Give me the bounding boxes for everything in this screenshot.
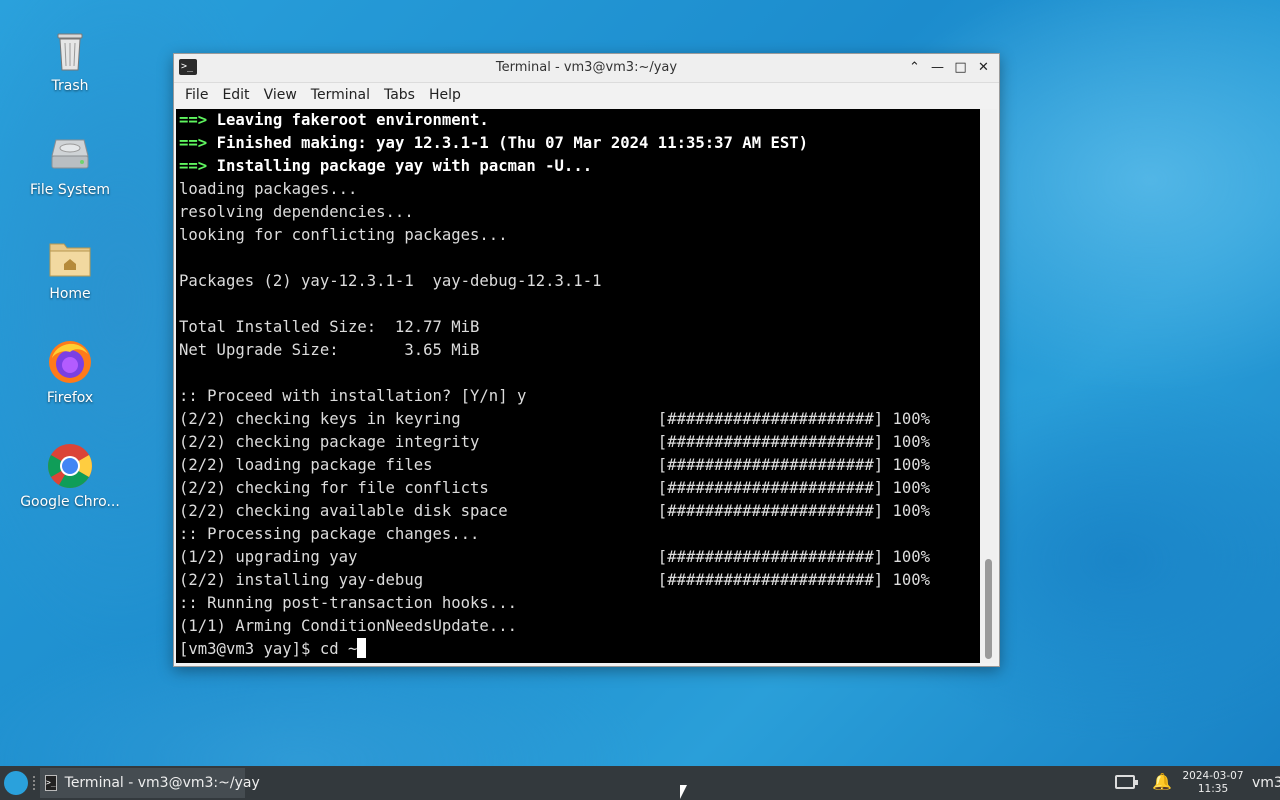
terminal-line: ==> Leaving fakeroot environment. [179,111,489,129]
clock-date: 2024-03-07 [1182,770,1244,782]
mouse-cursor-icon [680,785,687,799]
text-cursor [357,638,367,658]
clock[interactable]: 2024-03-07 11:35 [1180,770,1246,796]
desktop-icon-file-system[interactable]: File System [20,130,120,198]
terminal-prompt: [vm3@vm3 yay]$ [179,640,320,658]
clock-time: 11:35 [1197,783,1229,795]
terminal-input[interactable]: cd ~ [320,640,358,658]
terminal-line: Net Upgrade Size: 3.65 MiB [179,341,480,359]
desktop-icon-label: Firefox [46,390,94,406]
terminal-line: :: Proceed with installation? [Y/n] y [179,387,527,405]
taskbar: >_ Terminal - vm3@vm3:~/yay 🔔 2024-03-07… [0,766,1280,800]
menubar: File Edit View Terminal Tabs Help [174,83,999,108]
terminal-scrollbar[interactable] [980,109,997,663]
taskbar-item-label: Terminal - vm3@vm3:~/yay [64,775,260,791]
whisker-menu-icon[interactable] [4,771,28,795]
menu-help[interactable]: Help [422,83,468,108]
menu-edit[interactable]: Edit [215,83,256,108]
taskbar-item-terminal[interactable]: >_ Terminal - vm3@vm3:~/yay [40,768,260,798]
terminal-line: :: Running post-transaction hooks... [179,594,517,612]
menu-tabs[interactable]: Tabs [377,83,422,108]
desktop-icon-home[interactable]: Home [20,234,120,302]
menu-file[interactable]: File [178,83,215,108]
minimize-button[interactable]: — [928,58,947,77]
scrollbar-thumb[interactable] [985,559,992,659]
window-title: Terminal - vm3@vm3:~/yay [495,60,678,75]
home-folder-icon [46,234,94,282]
menu-view[interactable]: View [257,83,304,108]
terminal-output[interactable]: ==> Leaving fakeroot environment. ==> Fi… [176,109,980,663]
close-button[interactable]: ✕ [974,58,993,77]
terminal-line: resolving dependencies... [179,203,414,221]
user-name[interactable]: vm3 [1252,766,1280,800]
battery-icon[interactable] [1115,775,1138,789]
terminal-line: (1/1) Arming ConditionNeedsUpdate... [179,617,517,635]
terminal-line: (2/2) loading package files [###########… [179,456,931,474]
terminal-line: loading packages... [179,180,358,198]
desktop-icon-label: Home [49,286,91,302]
shade-button[interactable]: ⌃ [905,58,924,77]
firefox-icon [46,338,94,386]
trash-icon [46,26,94,74]
terminal-line: :: Processing package changes... [179,525,480,543]
terminal-line: ==> Installing package yay with pacman -… [179,157,593,175]
terminal-line: (2/2) checking keys in keyring [########… [179,410,931,428]
terminal-line: Packages (2) yay-12.3.1-1 yay-debug-12.3… [179,272,602,290]
maximize-button[interactable]: □ [951,58,970,77]
drive-icon [46,130,94,178]
terminal-line: (2/2) checking for file conflicts [#####… [179,479,931,497]
desktop-icon-label: Trash [51,78,89,94]
menu-terminal[interactable]: Terminal [304,83,377,108]
terminal-line: looking for conflicting packages... [179,226,508,244]
terminal-icon: >_ [45,775,57,791]
desktop-icon-google-chrome[interactable]: Google Chro... [20,442,120,510]
chrome-icon [46,442,94,490]
desktop-icon-firefox[interactable]: Firefox [20,338,120,406]
terminal-prompt-line[interactable]: [vm3@vm3 yay]$ cd ~ [176,638,980,661]
taskbar-separator [33,776,37,790]
window-titlebar[interactable]: >_ Terminal - vm3@vm3:~/yay ⌃ — □ ✕ [174,54,999,83]
terminal-line: (2/2) installing yay-debug [############… [179,571,931,589]
desktop-icon-trash[interactable]: Trash [20,26,120,94]
terminal-window[interactable]: >_ Terminal - vm3@vm3:~/yay ⌃ — □ ✕ File… [173,53,1000,667]
terminal-line: (2/2) checking available disk space [###… [179,502,931,520]
terminal-line: ==> Finished making: yay 12.3.1-1 (Thu 0… [179,134,809,152]
desktop-icon-label: File System [29,182,111,198]
terminal-line: (1/2) upgrading yay [###################… [179,548,931,566]
notification-bell-icon[interactable]: 🔔 [1152,773,1172,791]
terminal-line: Total Installed Size: 12.77 MiB [179,318,480,336]
terminal-line: (2/2) checking package integrity [######… [179,433,931,451]
desktop-icon-label: Google Chro... [20,494,120,510]
